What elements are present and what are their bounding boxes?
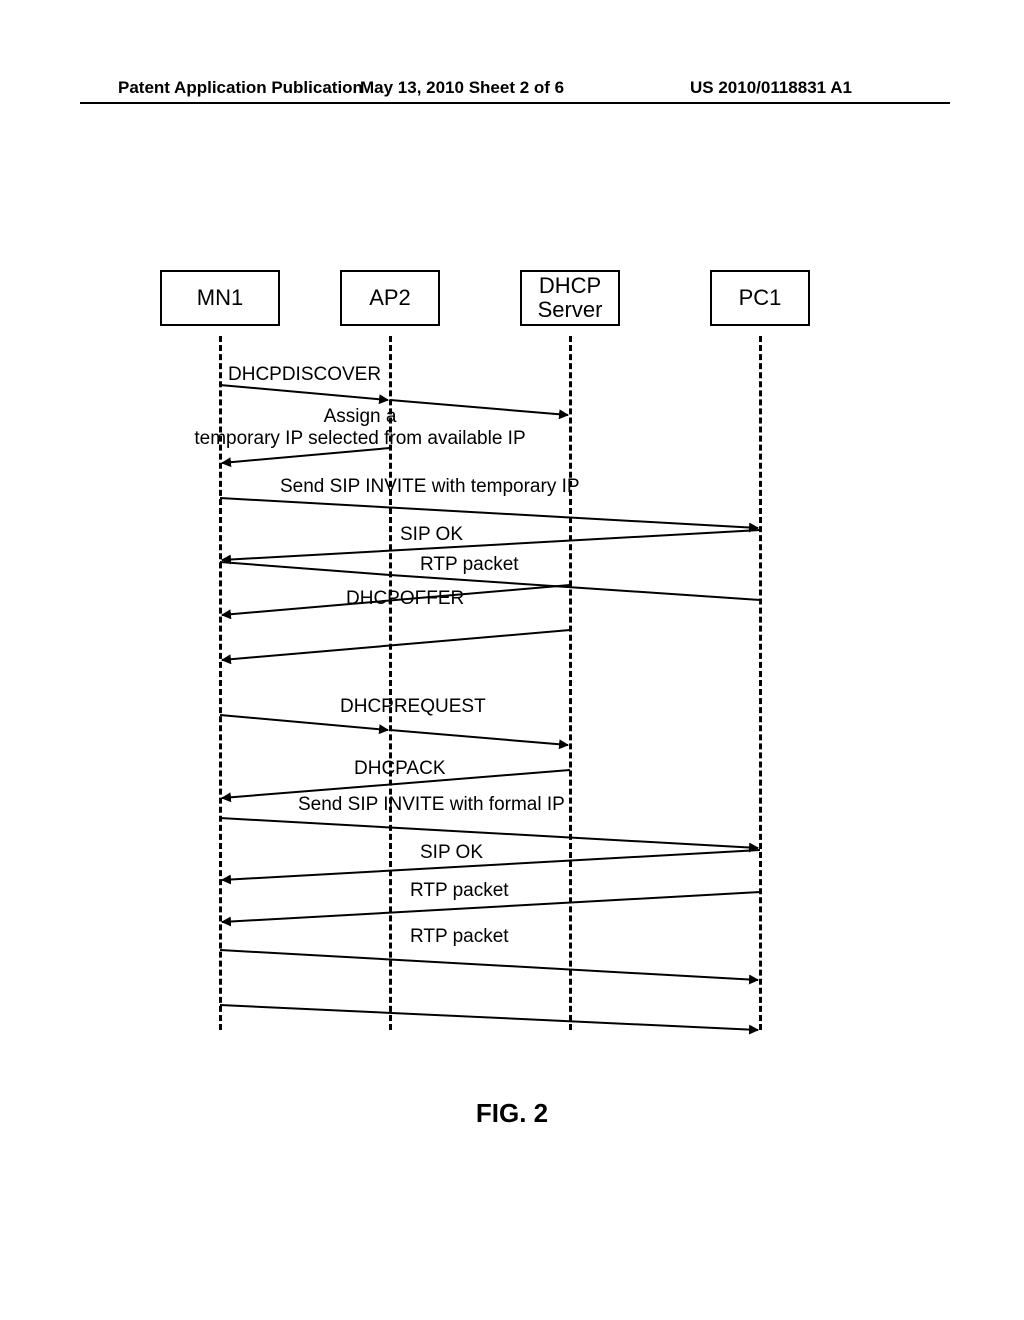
msg-dhcpack: DHCPACK: [354, 758, 446, 780]
msg-dhcpoffer: DHCPOFFER: [346, 588, 464, 610]
header-center: May 13, 2010 Sheet 2 of 6: [360, 78, 564, 98]
msg-rtp-1: RTP packet: [420, 554, 519, 576]
header-rule: [80, 102, 950, 104]
msg-dhcprequest: DHCPREQUEST: [340, 696, 486, 718]
msg-rtp-2: RTP packet: [410, 880, 509, 902]
msg-rtp-3: RTP packet: [410, 926, 509, 948]
msg-sip-ok-1: SIP OK: [400, 524, 463, 546]
header-right: US 2010/0118831 A1: [690, 78, 852, 98]
msg-assign-temp-ip: Assign a temporary IP selected from avai…: [150, 406, 570, 450]
header-left: Patent Application Publication: [118, 78, 363, 98]
msg-sip-ok-2: SIP OK: [420, 842, 483, 864]
msg-dhcpdiscover: DHCPDISCOVER: [228, 364, 381, 386]
sequence-diagram: MN1 AP2 DHCP Server PC1: [120, 270, 880, 1030]
msg-sip-invite-temp: Send SIP INVITE with temporary IP: [280, 476, 580, 498]
figure-caption: FIG. 2: [0, 1098, 1024, 1129]
msg-sip-invite-formal: Send SIP INVITE with formal IP: [298, 794, 565, 816]
